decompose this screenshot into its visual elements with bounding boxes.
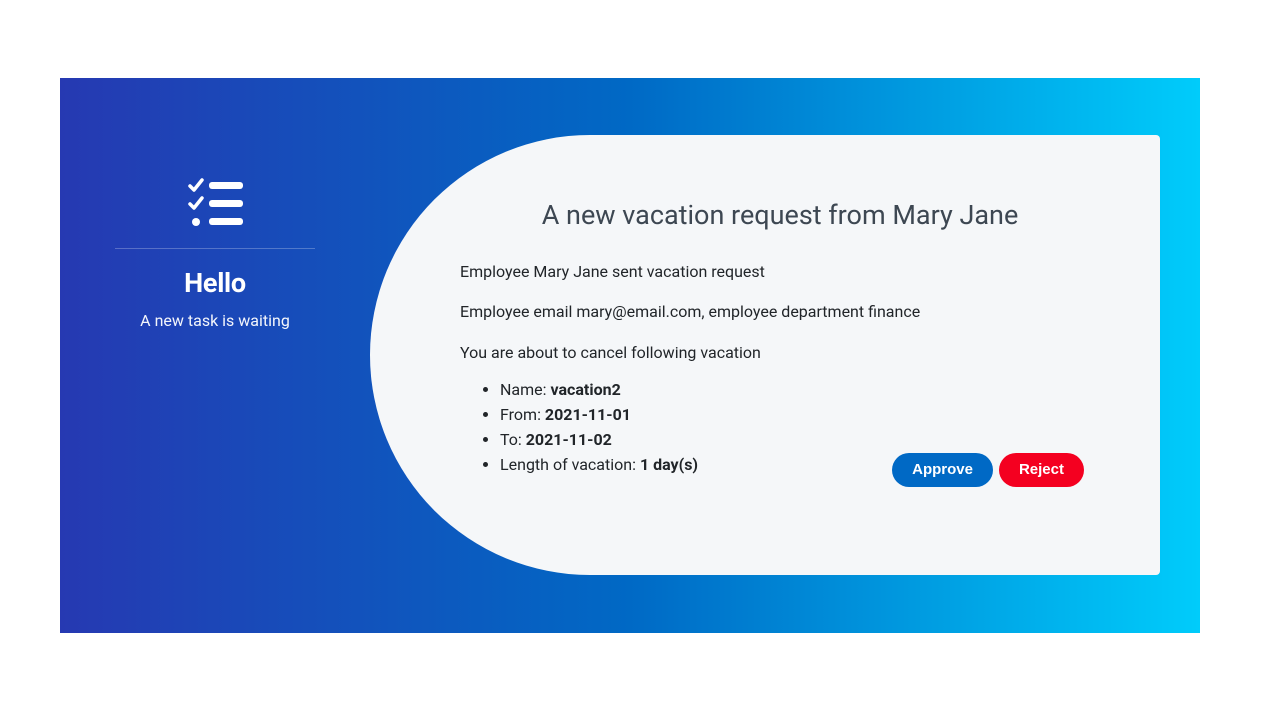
action-buttons: Approve Reject	[892, 453, 1084, 488]
detail-name-value: vacation2	[550, 380, 620, 399]
detail-name-label: Name:	[500, 380, 550, 399]
notification-card: Hello A new task is waiting A new vacati…	[60, 78, 1200, 633]
detail-to-label: To:	[500, 430, 526, 449]
detail-length-value: 1 day(s)	[640, 455, 698, 474]
request-line-2: Employee email mary@email.com, employee …	[460, 301, 1100, 323]
request-line-3: You are about to cancel following vacati…	[460, 342, 1100, 364]
detail-to-value: 2021-11-02	[526, 430, 612, 449]
sidebar-greeting: Hello	[100, 267, 330, 299]
reject-button[interactable]: Reject	[999, 453, 1084, 488]
detail-from-label: From:	[500, 405, 545, 424]
sidebar-subtitle: A new task is waiting	[100, 311, 330, 330]
sidebar-divider	[115, 248, 315, 249]
task-list-icon	[100, 178, 330, 230]
detail-name: Name: vacation2	[500, 378, 1100, 403]
request-line-1: Employee Mary Jane sent vacation request	[460, 261, 1100, 283]
detail-from-value: 2021-11-01	[545, 405, 631, 424]
content-card: A new vacation request from Mary Jane Em…	[370, 135, 1160, 575]
detail-from: From: 2021-11-01	[500, 403, 1100, 428]
content-body: Employee Mary Jane sent vacation request…	[460, 261, 1100, 477]
approve-button[interactable]: Approve	[892, 453, 993, 488]
detail-length-label: Length of vacation:	[500, 455, 640, 474]
sidebar: Hello A new task is waiting	[60, 78, 370, 633]
content-title: A new vacation request from Mary Jane	[460, 199, 1100, 231]
detail-to: To: 2021-11-02	[500, 428, 1100, 453]
